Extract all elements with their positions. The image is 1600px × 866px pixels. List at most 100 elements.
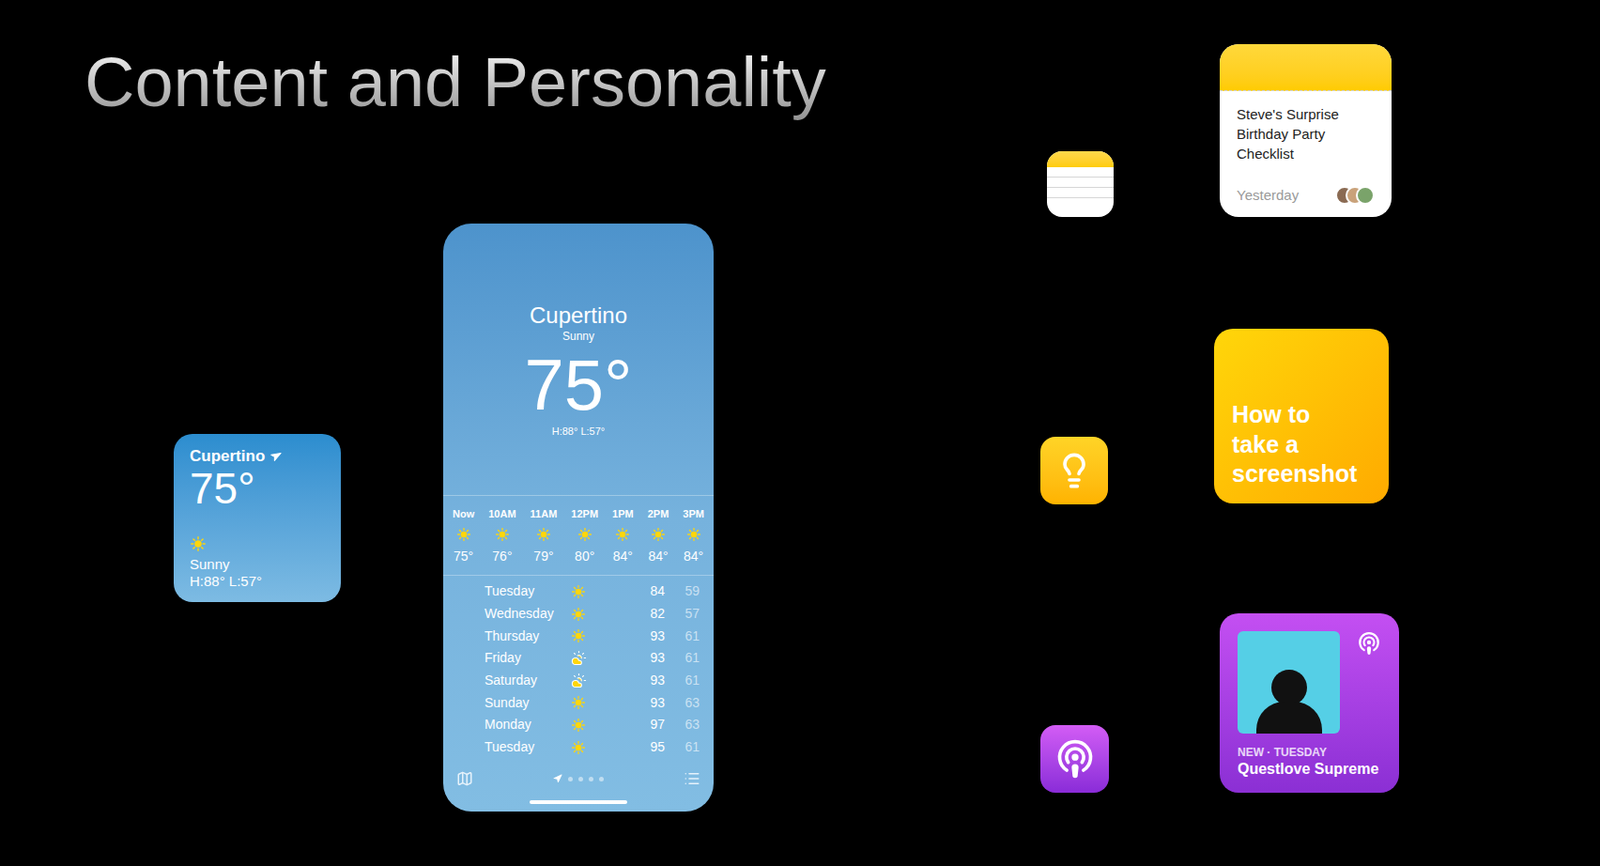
notes-app-icon[interactable] [1046, 151, 1114, 217]
daily-row: Sunday 9363 [443, 691, 714, 714]
hour-temp: 79° [533, 549, 554, 563]
widget-temperature: 75° [189, 465, 325, 511]
day-high: 97 [636, 714, 665, 735]
day-low: 57 [664, 603, 700, 624]
hour-temp: 80° [574, 549, 595, 563]
tips-widget[interactable]: How to take a screenshot [1214, 328, 1389, 504]
daily-row: Tuesday 8459 [443, 580, 714, 603]
hourly-item: 2PM 84° [647, 508, 670, 563]
bottom-bar [443, 769, 714, 791]
city-name: Cupertino [529, 302, 628, 330]
day-name: Monday [484, 714, 560, 735]
podcast-widget[interactable]: NEW · TUESDAYQuestlove Supreme [1219, 613, 1400, 793]
high-low: H:88° L:57° [552, 424, 606, 438]
hour-temp: 76° [492, 549, 512, 563]
page-dot[interactable] [578, 776, 584, 782]
day-name: Thursday [484, 626, 560, 647]
day-name: Wednesday [484, 603, 560, 624]
slide-title: Content and Personality [84, 41, 827, 125]
daily-row: Saturday 9361 [443, 669, 714, 693]
page-dot[interactable] [599, 776, 604, 782]
home-indicator [529, 800, 628, 804]
hour-temp: 84° [683, 549, 704, 563]
sun-icon [536, 526, 552, 542]
sun-icon [494, 526, 510, 542]
day-high: 95 [636, 737, 665, 757]
location-page-icon[interactable] [553, 773, 563, 784]
hour-temp: 84° [613, 549, 633, 563]
hourly-item: Now75° [452, 508, 475, 563]
widget-city: Cupertino [189, 446, 265, 466]
sun-icon [189, 535, 207, 553]
sun-icon [686, 526, 702, 542]
day-name: Tuesday [484, 581, 560, 601]
daily-row: Wednesday 8257 [443, 602, 714, 626]
notes-widget[interactable]: Steve's Surprise Birthday Party Checklis… [1219, 44, 1392, 217]
daily-row: Monday 9763 [443, 713, 714, 737]
tips-app-icon[interactable] [1040, 436, 1108, 505]
day-name: Friday [484, 647, 560, 668]
temperature: 75° [524, 345, 633, 425]
hour-label: 12PM [570, 508, 599, 520]
widget-condition: Sunny [189, 555, 325, 574]
partly-cloudy-icon [570, 672, 587, 689]
hour-label: 2PM [647, 508, 670, 520]
podcast-badge-icon [1356, 630, 1382, 656]
lightbulb-icon [1055, 451, 1093, 490]
podcast-icon [1054, 738, 1096, 780]
episode-label: NEW · TUESDAY [1237, 745, 1382, 761]
day-name: Tuesday [484, 737, 560, 757]
day-low: 61 [664, 670, 700, 691]
note-date: Yesterday [1236, 184, 1299, 207]
location-arrow-icon [268, 449, 283, 464]
hour-temp: 84° [647, 549, 668, 563]
sun-icon [570, 717, 586, 733]
day-low: 61 [664, 647, 700, 668]
weather-widget[interactable]: Cupertino75°SunnyH:88° L:57° [173, 433, 341, 602]
slide: Content and PersonalityCupertino75°Sunny… [0, 0, 1600, 866]
sun-icon [570, 739, 586, 755]
daily-forecast[interactable]: Tuesday8459Wednesday8257Thursday9361Frid… [443, 575, 714, 759]
hourly-forecast[interactable]: Now75°10AM76°11AM79°12PM80°1PM84°2PM84°3… [443, 494, 714, 576]
sun-icon [650, 526, 666, 542]
map-icon[interactable] [456, 769, 474, 787]
page-dot[interactable] [568, 776, 573, 782]
podcast-artwork [1237, 630, 1340, 734]
daily-row: Friday9361 [443, 646, 714, 670]
day-high: 84 [636, 581, 665, 601]
page-dot[interactable] [588, 776, 594, 782]
day-low: 63 [664, 692, 700, 713]
day-low: 63 [664, 714, 700, 735]
sun-icon [615, 526, 631, 542]
collaborators [1335, 185, 1375, 205]
day-high: 93 [636, 670, 665, 691]
day-low: 61 [664, 737, 700, 757]
hour-label: 1PM [612, 508, 634, 520]
avatar [1355, 185, 1375, 205]
sun-icon [570, 584, 586, 600]
hour-label: Now [452, 508, 475, 520]
hourly-item: 10AM 76° [488, 508, 516, 563]
day-high: 93 [636, 626, 665, 647]
condition: Sunny [562, 329, 595, 345]
note-title: Steve's Surprise Birthday Party Checklis… [1236, 104, 1375, 164]
sun-icon [577, 526, 593, 542]
day-low: 61 [664, 626, 700, 647]
list-icon[interactable] [683, 769, 701, 787]
page-indicator[interactable] [553, 773, 604, 784]
podcasts-app-icon[interactable] [1040, 724, 1109, 793]
partly-cloudy-icon [570, 649, 587, 666]
hourly-item: 3PM84° [682, 508, 705, 563]
day-name: Sunday [484, 692, 560, 713]
day-high: 82 [636, 603, 665, 624]
hourly-item: 1PM 84° [612, 508, 634, 563]
daily-row: Tuesday 9561 [443, 736, 714, 759]
tip-title: How to take a screenshot [1231, 400, 1362, 489]
day-low: 59 [664, 581, 700, 601]
hour-label: 10AM [488, 508, 516, 520]
hourly-item: 12PM 80° [570, 508, 599, 563]
day-name: Saturday [484, 670, 560, 691]
sun-icon [570, 628, 586, 644]
weather-app-screen: CupertinoSunny75°H:88° L:57° Now75° 10AM 76… [443, 223, 714, 812]
day-high: 93 [636, 692, 665, 713]
